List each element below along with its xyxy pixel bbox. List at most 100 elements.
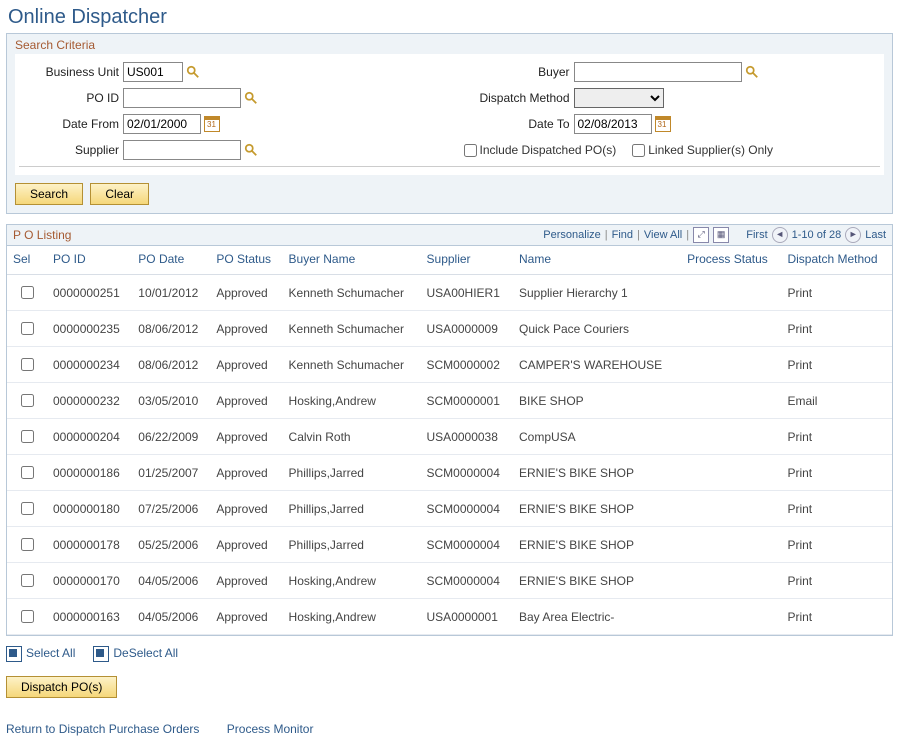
deselect-all-link[interactable]: DeSelect All — [93, 646, 178, 662]
col-sel: Sel — [7, 246, 47, 275]
cell-po-id: 0000000186 — [47, 455, 132, 491]
cell-po-date: 07/25/2006 — [132, 491, 210, 527]
cell-name: Quick Pace Couriers — [513, 311, 681, 347]
cell-po-date: 08/06/2012 — [132, 347, 210, 383]
business-unit-label: Business Unit — [19, 65, 123, 79]
cell-buyer-name: Hosking,Andrew — [283, 563, 421, 599]
cell-po-date: 08/06/2012 — [132, 311, 210, 347]
select-all-link[interactable]: Select All — [6, 646, 75, 662]
col-process-status[interactable]: Process Status — [681, 246, 781, 275]
cell-buyer-name: Hosking,Andrew — [283, 599, 421, 635]
cell-po-id: 0000000204 — [47, 419, 132, 455]
grid-icon[interactable]: ▦ — [713, 227, 729, 243]
table-row: 000000017805/25/2006ApprovedPhillips,Jar… — [7, 527, 892, 563]
cell-process-status — [681, 599, 781, 635]
table-row: 000000023203/05/2010ApprovedHosking,Andr… — [7, 383, 892, 419]
linked-supplier-label: Linked Supplier(s) Only — [648, 143, 773, 157]
date-to-input[interactable] — [574, 114, 652, 134]
row-select-checkbox[interactable] — [21, 322, 34, 335]
cell-po-date: 10/01/2012 — [132, 275, 210, 311]
cell-dispatch-method: Print — [781, 419, 892, 455]
process-monitor-link[interactable]: Process Monitor — [227, 722, 314, 736]
table-row: 000000025110/01/2012ApprovedKenneth Schu… — [7, 275, 892, 311]
col-buyer-name[interactable]: Buyer Name — [283, 246, 421, 275]
last-label[interactable]: Last — [865, 229, 886, 241]
row-select-checkbox[interactable] — [21, 574, 34, 587]
cell-name: ERNIE'S BIKE SHOP — [513, 563, 681, 599]
row-select-checkbox[interactable] — [21, 394, 34, 407]
cell-process-status — [681, 311, 781, 347]
cell-process-status — [681, 383, 781, 419]
col-po-status[interactable]: PO Status — [210, 246, 282, 275]
lookup-icon[interactable] — [745, 65, 759, 79]
zoom-icon[interactable]: ⤢ — [693, 227, 709, 243]
col-po-date[interactable]: PO Date — [132, 246, 210, 275]
cell-process-status — [681, 275, 781, 311]
cell-po-id: 0000000170 — [47, 563, 132, 599]
search-button[interactable]: Search — [15, 183, 83, 205]
cell-po-id: 0000000232 — [47, 383, 132, 419]
calendar-icon[interactable] — [655, 116, 671, 132]
cell-buyer-name: Phillips,Jarred — [283, 455, 421, 491]
cell-supplier: SCM0000002 — [421, 347, 513, 383]
cell-process-status — [681, 419, 781, 455]
cell-process-status — [681, 563, 781, 599]
cell-dispatch-method: Print — [781, 275, 892, 311]
cell-supplier: SCM0000004 — [421, 491, 513, 527]
cell-po-date: 03/05/2010 — [132, 383, 210, 419]
divider — [19, 166, 880, 167]
find-link[interactable]: Find — [612, 229, 633, 241]
cell-supplier: SCM0000001 — [421, 383, 513, 419]
calendar-icon[interactable] — [204, 116, 220, 132]
dispatch-method-select[interactable] — [574, 88, 664, 108]
col-po-id[interactable]: PO ID — [47, 246, 132, 275]
cell-dispatch-method: Print — [781, 347, 892, 383]
row-select-checkbox[interactable] — [21, 430, 34, 443]
cell-po-status: Approved — [210, 599, 282, 635]
dispatch-pos-button[interactable]: Dispatch PO(s) — [6, 676, 117, 698]
po-id-input[interactable] — [123, 88, 241, 108]
col-supplier[interactable]: Supplier — [421, 246, 513, 275]
include-dispatched-checkbox[interactable] — [464, 144, 477, 157]
cell-dispatch-method: Print — [781, 455, 892, 491]
cell-po-status: Approved — [210, 527, 282, 563]
page-title: Online Dispatcher — [8, 6, 893, 29]
row-select-checkbox[interactable] — [21, 358, 34, 371]
lookup-icon[interactable] — [186, 65, 200, 79]
cell-po-date: 01/25/2007 — [132, 455, 210, 491]
row-select-checkbox[interactable] — [21, 610, 34, 623]
cell-buyer-name: Kenneth Schumacher — [283, 347, 421, 383]
row-select-checkbox[interactable] — [21, 538, 34, 551]
return-link[interactable]: Return to Dispatch Purchase Orders — [6, 722, 199, 736]
row-select-checkbox[interactable] — [21, 502, 34, 515]
cell-po-id: 0000000163 — [47, 599, 132, 635]
clear-button[interactable]: Clear — [90, 183, 149, 205]
row-select-checkbox[interactable] — [21, 286, 34, 299]
linked-supplier-checkbox[interactable] — [632, 144, 645, 157]
date-from-label: Date From — [19, 117, 123, 131]
cell-po-id: 0000000235 — [47, 311, 132, 347]
date-from-input[interactable] — [123, 114, 201, 134]
next-icon[interactable]: ► — [845, 227, 861, 243]
personalize-link[interactable]: Personalize — [543, 229, 600, 241]
dispatch-method-label: Dispatch Method — [450, 91, 574, 105]
lookup-icon[interactable] — [244, 91, 258, 105]
prev-icon[interactable]: ◄ — [772, 227, 788, 243]
first-label[interactable]: First — [746, 229, 767, 241]
view-all-link[interactable]: View All — [644, 229, 682, 241]
cell-name: CAMPER'S WAREHOUSE — [513, 347, 681, 383]
col-dispatch-method[interactable]: Dispatch Method — [781, 246, 892, 275]
lookup-icon[interactable] — [244, 143, 258, 157]
col-name[interactable]: Name — [513, 246, 681, 275]
cell-name: ERNIE'S BIKE SHOP — [513, 491, 681, 527]
cell-supplier: SCM0000004 — [421, 563, 513, 599]
buyer-input[interactable] — [574, 62, 742, 82]
business-unit-input[interactable] — [123, 62, 183, 82]
row-select-checkbox[interactable] — [21, 466, 34, 479]
cell-buyer-name: Hosking,Andrew — [283, 383, 421, 419]
cell-po-status: Approved — [210, 419, 282, 455]
cell-po-status: Approved — [210, 455, 282, 491]
cell-process-status — [681, 455, 781, 491]
supplier-label: Supplier — [19, 143, 123, 157]
supplier-input[interactable] — [123, 140, 241, 160]
